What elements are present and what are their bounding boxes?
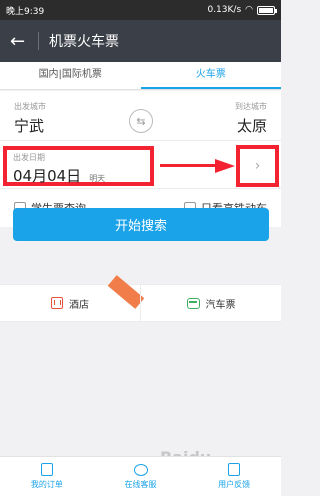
- tab-trains[interactable]: 火车票: [140, 62, 281, 89]
- network-speed: 0.13K/s: [207, 5, 242, 15]
- departure-city: 宁武: [14, 117, 45, 135]
- header-divider: [38, 32, 39, 50]
- nav-support[interactable]: 在线客服: [94, 457, 188, 496]
- tab-bar: 国内|国际机票 火车票: [0, 62, 281, 90]
- nav-support-label: 在线客服: [124, 479, 157, 489]
- chevron-right-icon[interactable]: ›: [236, 145, 279, 187]
- chat-icon: [133, 463, 148, 476]
- quick-links: 酒店 汽车票: [0, 275, 281, 322]
- annotation-arrow-head: [215, 159, 235, 173]
- nav-feedback[interactable]: 用户反馈: [187, 457, 281, 496]
- hotel-label: 酒店: [69, 299, 89, 311]
- date-row: 出发日期 04月04日 明天 ›: [0, 141, 281, 189]
- bus-icon: [186, 297, 200, 309]
- date-label: 出发日期: [13, 153, 45, 162]
- city-row: 出发城市 宁武 ⇆ 到达城市 太原: [0, 91, 281, 141]
- departure-date-field[interactable]: 出发日期 04月04日 明天: [3, 146, 154, 186]
- bottom-nav: 我的订单 在线客服 用户反馈: [0, 456, 281, 496]
- bus-link[interactable]: 汽车票: [140, 285, 281, 321]
- departure-day: 明天: [89, 174, 106, 183]
- feedback-icon: [228, 463, 241, 476]
- departure-label: 出发城市: [14, 102, 46, 111]
- nav-feedback-label: 用户反馈: [218, 480, 251, 489]
- wifi-icon: ◠: [245, 5, 253, 15]
- back-arrow-icon[interactable]: ←: [10, 31, 34, 52]
- swap-icon[interactable]: ⇆: [129, 109, 153, 133]
- battery-icon: [257, 5, 277, 15]
- app-header: ← 机票火车票: [0, 20, 281, 62]
- departure-city-field[interactable]: 出发城市 宁武: [14, 101, 46, 136]
- arrival-label: 到达城市: [235, 102, 267, 111]
- hotel-icon: [51, 297, 63, 309]
- search-button[interactable]: 开始搜索: [13, 208, 269, 241]
- nav-orders[interactable]: 我的订单: [0, 457, 94, 496]
- date-main: 04月04日 明天: [13, 165, 144, 186]
- battery-fill: [259, 7, 273, 13]
- nav-orders-label: 我的订单: [30, 480, 63, 489]
- status-time: 晚上9:39: [6, 6, 45, 17]
- departure-date: 04月04日: [13, 167, 82, 185]
- hotel-link[interactable]: 酒店: [0, 275, 145, 321]
- arrival-city: 太原: [236, 117, 267, 135]
- arrival-city-field[interactable]: 到达城市 太原: [235, 101, 267, 136]
- status-bar: 晚上9:39 0.13K/s ◠: [0, 0, 281, 20]
- page-title: 机票火车票: [49, 34, 119, 50]
- search-card: 出发城市 宁武 ⇆ 到达城市 太原 出发日期 04月04日 明天 › 学生票查询…: [0, 91, 281, 227]
- annotation-arrow-shaft: [160, 164, 220, 167]
- bus-label: 汽车票: [205, 299, 236, 311]
- tab-flights[interactable]: 国内|国际机票: [0, 62, 141, 89]
- orders-icon: [40, 463, 53, 476]
- status-right: 0.13K/s ◠: [207, 5, 277, 15]
- promo-ribbon: [107, 275, 145, 309]
